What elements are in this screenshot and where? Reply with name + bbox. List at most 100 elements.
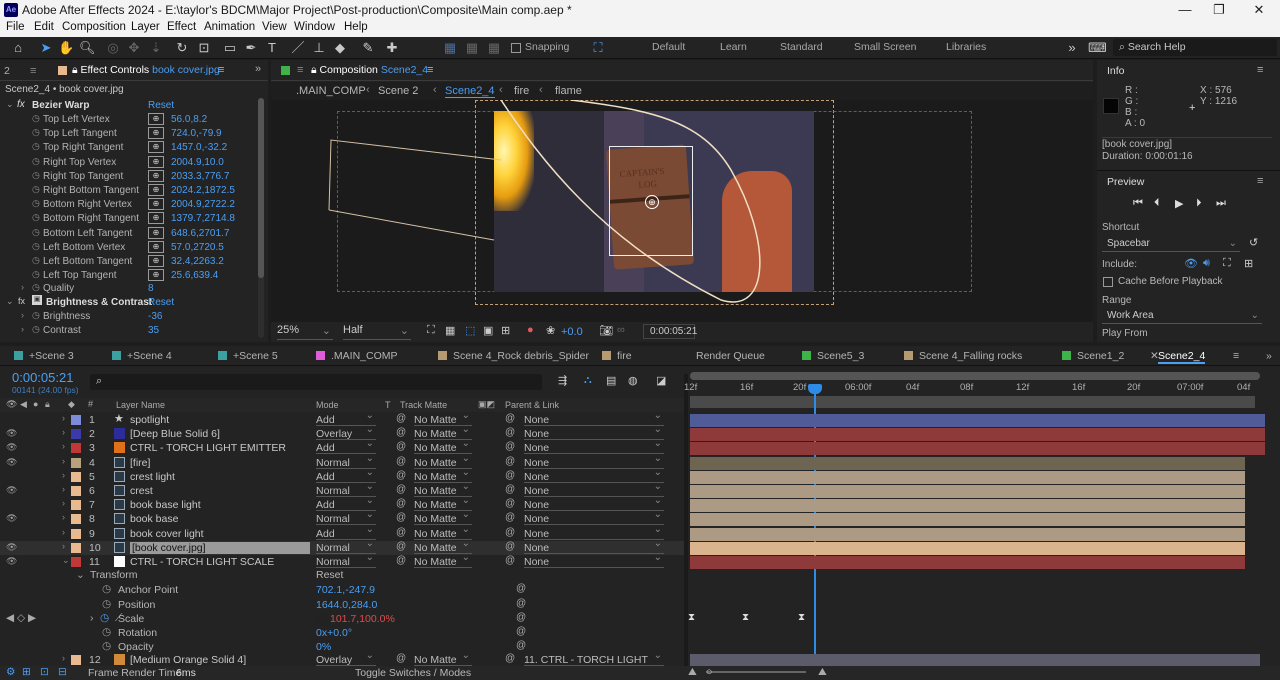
layer-row[interactable]: 👁︎›8book baseNormal@No Matte@None — [0, 509, 684, 526]
stopwatch-icon[interactable]: ◷ — [32, 141, 40, 152]
shy-layers-icon[interactable]: ⛬ — [584, 374, 592, 387]
menu-window[interactable]: Window — [294, 21, 335, 33]
snap-options-icon[interactable]: ⛶ — [590, 40, 606, 56]
tab-menu-icon[interactable]: ≡ — [1233, 350, 1239, 362]
composition-tab[interactable]: 🔒︎ Composition Scene2_4 — [311, 64, 428, 77]
stopwatch-icon[interactable]: ◷ — [32, 156, 40, 167]
pickwhip-icon[interactable]: @ — [505, 427, 515, 438]
label-color-icon[interactable] — [71, 542, 81, 553]
timeline-tab[interactable]: Scene5_3 — [802, 350, 864, 362]
preserve-icon[interactable]: @ — [396, 555, 406, 566]
keyframe-icon[interactable]: ⧗ — [742, 612, 749, 623]
crosshair-target-icon[interactable]: ⊕ — [148, 127, 164, 140]
stopwatch-icon[interactable]: ◷ — [102, 640, 111, 652]
stopwatch-icon[interactable]: ◷ — [32, 113, 40, 124]
guide-options-icon[interactable]: ▣ — [483, 324, 493, 337]
layer-duration-bar[interactable] — [690, 470, 1245, 484]
stopwatch-icon[interactable]: ◷ — [32, 310, 40, 321]
property-value[interactable]: 0% — [316, 641, 331, 653]
pickwhip-icon[interactable]: @ — [516, 598, 526, 609]
zoom-tool-icon[interactable]: 🔍︎ — [79, 40, 96, 56]
layer-duration-bar[interactable] — [690, 456, 1245, 470]
magnification-dropdown[interactable]: 25% ⌄ — [277, 324, 333, 340]
param-value[interactable]: 648.6,2701.7 — [171, 228, 229, 239]
twirl-icon[interactable]: › — [62, 456, 65, 466]
brightness-value[interactable]: -36 — [148, 311, 162, 322]
parent-dropdown[interactable]: 11. CTRL - TORCH LIGHT SCAL — [524, 650, 664, 678]
audio-header-icon[interactable]: ◀ — [20, 399, 27, 410]
preview-tab[interactable]: Preview — [1107, 176, 1144, 188]
close-tab-icon[interactable]: ✕ — [1150, 350, 1159, 362]
composition-viewer[interactable]: CAPTAIN'S LOG ⊕ — [271, 100, 1093, 322]
layer-duration-bar[interactable] — [690, 414, 1265, 427]
expand-timing-icon[interactable]: ⊟ — [58, 666, 67, 678]
workspace-small-screen[interactable]: Small Screen — [854, 41, 916, 53]
world-axis-icon[interactable]: ▦ — [464, 40, 480, 56]
transparency-grid-icon[interactable]: ▦ — [445, 324, 455, 337]
layer-duration-bar[interactable] — [690, 527, 1245, 541]
zoom-slider[interactable] — [706, 671, 806, 673]
timeline-tab[interactable]: Scene 4_Falling rocks — [904, 350, 1022, 362]
keyframe-icon[interactable]: ⧗ — [798, 612, 805, 623]
maximize-icon[interactable]: ❐ — [1204, 2, 1234, 18]
timeline-tab[interactable]: fire — [602, 350, 632, 362]
layer-row[interactable]: 👁︎ ⌄ 11 CTRL - TORCH LIGHT SCALE Normal @ No M… — [0, 552, 684, 569]
twirl-icon[interactable]: › — [62, 527, 65, 537]
crumb-main-comp[interactable]: .MAIN_COMP — [296, 85, 366, 97]
menu-layer[interactable]: Layer — [131, 21, 160, 33]
parent-header[interactable]: Parent & Link — [505, 400, 559, 410]
workspace-standard[interactable]: Standard — [780, 41, 823, 53]
layer-name[interactable]: book base — [130, 513, 178, 525]
show-snapshot-icon[interactable]: ∞ — [617, 324, 625, 336]
layer-name-header[interactable]: Layer Name — [116, 400, 165, 410]
lock-header-icon[interactable]: 🔒︎ — [45, 399, 50, 410]
exposure-reset-icon[interactable]: ❀ — [546, 324, 555, 337]
param-value[interactable]: 32.4,2263.2 — [171, 256, 224, 267]
track-matte-header[interactable]: Track Matte — [400, 400, 447, 410]
preserve-icon[interactable]: @ — [396, 512, 406, 523]
crosshair-target-icon[interactable]: ⊕ — [148, 198, 164, 211]
parent-dropdown[interactable]: None — [524, 552, 664, 568]
pickwhip-icon[interactable]: @ — [505, 512, 515, 523]
preserve-icon[interactable]: @ — [396, 413, 406, 424]
property-value[interactable]: 1644.0,284.0 — [316, 599, 377, 611]
layer-duration-bar[interactable] — [690, 428, 1265, 442]
menu-view[interactable]: View — [262, 21, 287, 33]
twirl-down-icon[interactable]: ⌄ — [76, 569, 85, 581]
label-header-icon[interactable]: ◆ — [68, 399, 75, 410]
param-value[interactable]: 2033.3,776.7 — [171, 171, 229, 182]
layer-row-12[interactable]: › 12 [Medium Orange Solid 4] Overlay @ N… — [0, 650, 684, 678]
lock-icon[interactable]: 🔒︎ — [72, 64, 81, 76]
info-menu-icon[interactable]: ≡ — [1257, 64, 1263, 76]
layer-row[interactable]: 👁︎›4[fire]Normal@No Matte@None — [0, 453, 684, 470]
fx-toggle-icon[interactable]: fx — [18, 296, 25, 306]
label-color-icon[interactable] — [71, 486, 81, 496]
pickwhip-icon[interactable]: @ — [516, 640, 526, 651]
preview-menu-icon[interactable]: ≡ — [1257, 175, 1263, 187]
label-color-icon[interactable] — [71, 500, 81, 511]
layer-row[interactable]: 👁︎›3CTRL - TORCH LIGHT EMITTERAdd@No Mat… — [0, 438, 684, 455]
label-color-icon[interactable] — [71, 528, 81, 539]
puppet-pin-icon[interactable]: ✚ — [384, 40, 400, 56]
crumb-scene2-4[interactable]: Scene2_4 — [445, 85, 495, 98]
menu-help[interactable]: Help — [344, 21, 368, 33]
include-overlays-icon[interactable]: ⛶ — [1223, 257, 1231, 270]
timeline-tab[interactable]: Scene1_2 — [1062, 350, 1124, 362]
twirl-icon[interactable]: ⌄ — [62, 555, 70, 566]
crumb-fire[interactable]: fire — [514, 85, 529, 97]
preserve-icon[interactable]: @ — [396, 498, 406, 509]
preserve-icon[interactable]: @ — [396, 541, 406, 552]
frame-blending-icon[interactable]: ▤ — [606, 374, 616, 387]
twirl-icon[interactable]: › — [62, 498, 65, 508]
layer-name[interactable]: [fire] — [130, 457, 150, 469]
menu-edit[interactable]: Edit — [34, 21, 54, 33]
pickwhip-icon[interactable]: @ — [505, 555, 515, 566]
property-value[interactable]: 702.1,-247.9 — [316, 584, 375, 596]
dolly-camera-icon[interactable]: ⇣ — [148, 40, 164, 56]
workspace-menu-icon[interactable]: ⌨ — [1088, 40, 1107, 56]
timeline-tab[interactable]: Render Queue — [696, 350, 765, 362]
include-audio-icon[interactable]: 🔊︎ — [1203, 257, 1210, 270]
parent-dropdown[interactable]: None — [524, 438, 664, 455]
graph-editor-icon[interactable]: ◪ — [656, 374, 666, 387]
stopwatch-icon[interactable]: ◷ — [32, 212, 40, 223]
